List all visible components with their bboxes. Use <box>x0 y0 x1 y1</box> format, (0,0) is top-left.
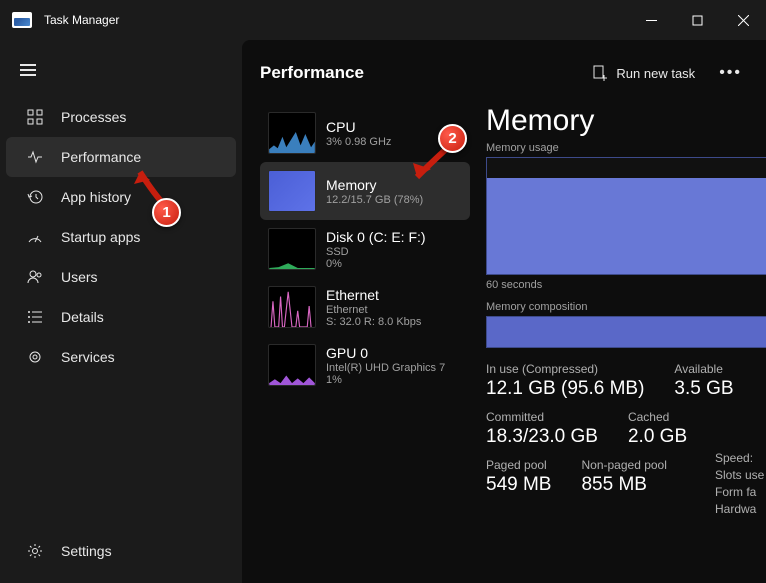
perf-name: Disk 0 (C: E: F:) <box>326 229 426 245</box>
more-options-button[interactable]: ••• <box>707 58 754 88</box>
chart-axis-label: 60 seconds <box>486 279 766 291</box>
perf-stat: 12.2/15.7 GB (78%) <box>326 194 423 206</box>
minimize-button[interactable] <box>628 0 674 40</box>
stat-value: 549 MB <box>486 474 551 496</box>
cpu-thumbnail-chart <box>268 112 316 154</box>
sidebar-item-label: Settings <box>61 543 112 559</box>
sidebar-item-processes[interactable]: Processes <box>6 97 236 137</box>
detail-title: Memory <box>486 104 766 138</box>
extra-label: Slots use <box>715 467 766 484</box>
sidebar-item-label: Startup apps <box>61 229 140 245</box>
maximize-button[interactable] <box>674 0 720 40</box>
perf-item-ethernet[interactable]: EthernetEthernet S: 32.0 R: 8.0 Kbps <box>260 278 470 336</box>
perf-stat: SSD 0% <box>326 246 426 270</box>
extra-label: Speed: <box>715 450 766 467</box>
stat-value: 855 MB <box>581 474 666 496</box>
stat-cached: Cached 2.0 GB <box>628 410 687 448</box>
content-pane: Performance Run new task ••• CPU3% 0.98 … <box>242 40 766 583</box>
sidebar-item-settings[interactable]: Settings <box>6 531 236 571</box>
stat-label: Cached <box>628 410 687 424</box>
gear-icon <box>26 348 44 366</box>
app-title: Task Manager <box>44 13 119 27</box>
stat-value: 3.5 GB <box>674 378 733 400</box>
perf-name: CPU <box>326 119 391 135</box>
sidebar-item-label: Details <box>61 309 104 325</box>
annotation-badge-2: 2 <box>438 124 467 153</box>
perf-name: GPU 0 <box>326 345 445 361</box>
stat-label: Paged pool <box>486 458 551 472</box>
perf-item-disk[interactable]: Disk 0 (C: E: F:)SSD 0% <box>260 220 470 278</box>
perf-item-gpu[interactable]: GPU 0Intel(R) UHD Graphics 7 1% <box>260 336 470 394</box>
memory-thumbnail-chart <box>268 170 316 212</box>
run-task-label: Run new task <box>616 66 695 81</box>
hamburger-icon[interactable] <box>0 58 242 97</box>
sidebar-item-services[interactable]: Services <box>6 337 236 377</box>
list-icon <box>26 308 44 326</box>
memory-usage-chart <box>486 157 766 275</box>
history-icon <box>26 188 44 206</box>
settings-icon <box>26 542 44 560</box>
stat-value: 2.0 GB <box>628 426 687 448</box>
stat-label: Available <box>674 362 733 376</box>
sidebar-item-label: App history <box>61 189 131 205</box>
title-bar: Task Manager <box>0 0 766 40</box>
run-task-icon <box>592 65 608 81</box>
stat-in-use: In use (Compressed) 12.1 GB (95.6 MB) <box>486 362 644 400</box>
perf-stat: Ethernet S: 32.0 R: 8.0 Kbps <box>326 304 421 328</box>
perf-stat: 3% 0.98 GHz <box>326 136 391 148</box>
sidebar: Processes Performance App history Startu… <box>0 40 242 583</box>
stat-committed: Committed 18.3/23.0 GB <box>486 410 598 448</box>
stat-label: Committed <box>486 410 598 424</box>
sidebar-item-startup-apps[interactable]: Startup apps <box>6 217 236 257</box>
ethernet-thumbnail-chart <box>268 286 316 328</box>
gpu-thumbnail-chart <box>268 344 316 386</box>
gauge-icon <box>26 228 44 246</box>
wave-icon <box>26 148 44 166</box>
extra-label: Form fa <box>715 484 766 501</box>
memory-composition-chart <box>486 316 766 348</box>
sidebar-item-label: Performance <box>61 149 141 165</box>
stat-value: 18.3/23.0 GB <box>486 426 598 448</box>
stat-value: 12.1 GB (95.6 MB) <box>486 378 644 400</box>
run-new-task-button[interactable]: Run new task <box>580 59 707 87</box>
extra-spec-labels: Speed: Slots use Form fa Hardwa <box>715 450 766 518</box>
stat-nonpaged-pool: Non-paged pool 855 MB <box>581 458 666 496</box>
sidebar-item-label: Users <box>61 269 98 285</box>
stat-paged-pool: Paged pool 549 MB <box>486 458 551 496</box>
perf-stat: Intel(R) UHD Graphics 7 1% <box>326 362 445 386</box>
sidebar-item-app-history[interactable]: App history <box>6 177 236 217</box>
stat-label: Non-paged pool <box>581 458 666 472</box>
annotation-badge-1: 1 <box>152 198 181 227</box>
detail-pane: Memory Memory usage 60 seconds Memory co… <box>482 104 766 506</box>
extra-label: Hardwa <box>715 501 766 518</box>
page-title: Performance <box>260 63 364 83</box>
usage-chart-label: Memory usage <box>486 142 766 154</box>
disk-thumbnail-chart <box>268 228 316 270</box>
sidebar-item-label: Processes <box>61 109 126 125</box>
sidebar-item-details[interactable]: Details <box>6 297 236 337</box>
close-button[interactable] <box>720 0 766 40</box>
stat-available: Available 3.5 GB <box>674 362 733 400</box>
users-icon <box>26 268 44 286</box>
composition-chart-label: Memory composition <box>486 301 766 313</box>
sidebar-item-label: Services <box>61 349 115 365</box>
sidebar-item-performance[interactable]: Performance <box>6 137 236 177</box>
app-icon <box>12 12 32 28</box>
stat-label: In use (Compressed) <box>486 362 644 376</box>
perf-name: Ethernet <box>326 287 421 303</box>
sidebar-item-users[interactable]: Users <box>6 257 236 297</box>
grid-icon <box>26 108 44 126</box>
